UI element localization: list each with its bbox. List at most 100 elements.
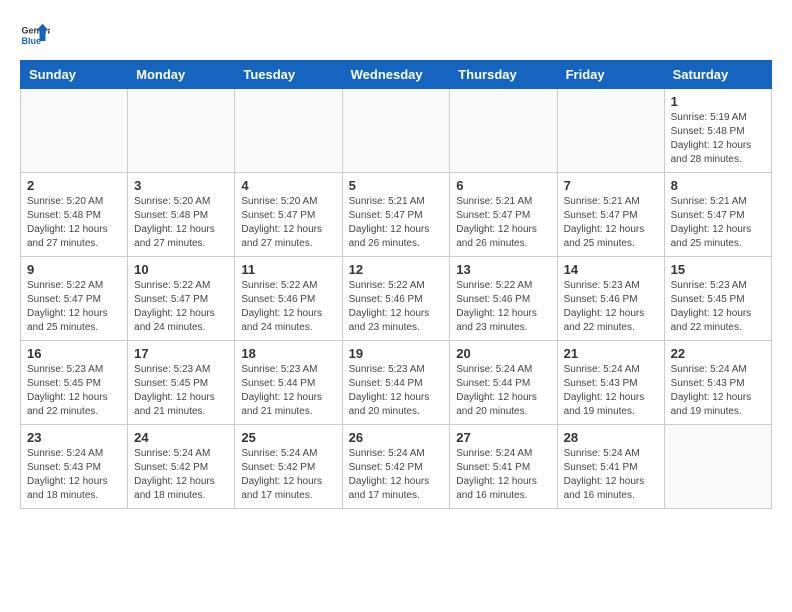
day-number: 9 (27, 262, 121, 277)
day-number: 14 (564, 262, 658, 277)
day-number: 23 (27, 430, 121, 445)
day-number: 8 (671, 178, 765, 193)
day-info: Sunrise: 5:19 AM Sunset: 5:48 PM Dayligh… (671, 111, 765, 167)
calendar-cell: 24 Sunrise: 5:24 AM Sunset: 5:42 PM Dayli… (128, 425, 235, 509)
day-number: 22 (671, 346, 765, 361)
header-monday: Monday (128, 61, 235, 89)
day-info: Sunrise: 5:22 AM Sunset: 5:47 PM Dayligh… (27, 279, 121, 335)
calendar-table: SundayMondayTuesdayWednesdayThursdayFrid… (20, 60, 772, 509)
calendar-cell (557, 89, 664, 173)
day-number: 12 (349, 262, 444, 277)
calendar-cell: 11 Sunrise: 5:22 AM Sunset: 5:46 PM Dayli… (235, 257, 342, 341)
day-info: Sunrise: 5:22 AM Sunset: 5:46 PM Dayligh… (456, 279, 550, 335)
day-info: Sunrise: 5:21 AM Sunset: 5:47 PM Dayligh… (564, 195, 658, 251)
calendar-week-5: 23 Sunrise: 5:24 AM Sunset: 5:43 PM Dayli… (21, 425, 772, 509)
day-info: Sunrise: 5:22 AM Sunset: 5:46 PM Dayligh… (349, 279, 444, 335)
header-tuesday: Tuesday (235, 61, 342, 89)
day-info: Sunrise: 5:24 AM Sunset: 5:42 PM Dayligh… (241, 447, 335, 503)
day-info: Sunrise: 5:24 AM Sunset: 5:41 PM Dayligh… (456, 447, 550, 503)
day-number: 28 (564, 430, 658, 445)
calendar-cell: 5 Sunrise: 5:21 AM Sunset: 5:47 PM Daylig… (342, 173, 450, 257)
day-number: 7 (564, 178, 658, 193)
calendar-cell: 25Sunrise: 5:24 AM Sunset: 5:42 PM Dayli… (235, 425, 342, 509)
calendar-cell: 27 Sunrise: 5:24 AM Sunset: 5:41 PM Dayli… (450, 425, 557, 509)
day-number: 19 (349, 346, 444, 361)
header-thursday: Thursday (450, 61, 557, 89)
day-number: 5 (349, 178, 444, 193)
day-info: Sunrise: 5:23 AM Sunset: 5:45 PM Dayligh… (134, 363, 228, 419)
day-info: Sunrise: 5:21 AM Sunset: 5:47 PM Dayligh… (349, 195, 444, 251)
calendar-cell: 28 Sunrise: 5:24 AM Sunset: 5:41 PM Dayli… (557, 425, 664, 509)
day-info: Sunrise: 5:22 AM Sunset: 5:46 PM Dayligh… (241, 279, 335, 335)
day-number: 4 (241, 178, 335, 193)
page-header: General Blue (20, 20, 772, 50)
day-info: Sunrise: 5:20 AM Sunset: 5:48 PM Dayligh… (27, 195, 121, 251)
day-info: Sunrise: 5:23 AM Sunset: 5:44 PM Dayligh… (349, 363, 444, 419)
calendar-cell: 26Sunrise: 5:24 AM Sunset: 5:42 PM Dayli… (342, 425, 450, 509)
calendar-week-3: 9 Sunrise: 5:22 AM Sunset: 5:47 PM Daylig… (21, 257, 772, 341)
day-info: Sunrise: 5:23 AM Sunset: 5:46 PM Dayligh… (564, 279, 658, 335)
logo: General Blue (20, 20, 55, 50)
day-info: Sunrise: 5:20 AM Sunset: 5:48 PM Dayligh… (134, 195, 228, 251)
calendar-cell (21, 89, 128, 173)
calendar-cell (128, 89, 235, 173)
day-number: 24 (134, 430, 228, 445)
day-number: 6 (456, 178, 550, 193)
calendar-cell: 4Sunrise: 5:20 AM Sunset: 5:47 PM Daylig… (235, 173, 342, 257)
calendar-cell: 16 Sunrise: 5:23 AM Sunset: 5:45 PM Dayli… (21, 341, 128, 425)
calendar-cell (342, 89, 450, 173)
logo-icon: General Blue (20, 20, 50, 50)
day-info: Sunrise: 5:24 AM Sunset: 5:43 PM Dayligh… (564, 363, 658, 419)
day-info: Sunrise: 5:24 AM Sunset: 5:43 PM Dayligh… (671, 363, 765, 419)
calendar-week-4: 16 Sunrise: 5:23 AM Sunset: 5:45 PM Dayli… (21, 341, 772, 425)
calendar-cell (450, 89, 557, 173)
header-friday: Friday (557, 61, 664, 89)
calendar-cell: 8Sunrise: 5:21 AM Sunset: 5:47 PM Daylig… (664, 173, 771, 257)
calendar-cell: 12 Sunrise: 5:22 AM Sunset: 5:46 PM Dayli… (342, 257, 450, 341)
calendar-week-1: 1 Sunrise: 5:19 AM Sunset: 5:48 PM Daylig… (21, 89, 772, 173)
day-number: 2 (27, 178, 121, 193)
calendar-week-2: 2 Sunrise: 5:20 AM Sunset: 5:48 PM Daylig… (21, 173, 772, 257)
day-info: Sunrise: 5:23 AM Sunset: 5:45 PM Dayligh… (27, 363, 121, 419)
day-number: 13 (456, 262, 550, 277)
calendar-cell: 9 Sunrise: 5:22 AM Sunset: 5:47 PM Daylig… (21, 257, 128, 341)
calendar-cell: 22 Sunrise: 5:24 AM Sunset: 5:43 PM Dayli… (664, 341, 771, 425)
day-number: 1 (671, 94, 765, 109)
day-number: 20 (456, 346, 550, 361)
calendar-cell: 20 Sunrise: 5:24 AM Sunset: 5:44 PM Dayli… (450, 341, 557, 425)
calendar-cell: 1 Sunrise: 5:19 AM Sunset: 5:48 PM Daylig… (664, 89, 771, 173)
day-number: 11 (241, 262, 335, 277)
calendar-cell: 23 Sunrise: 5:24 AM Sunset: 5:43 PM Dayli… (21, 425, 128, 509)
day-info: Sunrise: 5:24 AM Sunset: 5:42 PM Dayligh… (134, 447, 228, 503)
svg-text:Blue: Blue (22, 36, 42, 46)
day-number: 27 (456, 430, 550, 445)
calendar-cell: 15 Sunrise: 5:23 AM Sunset: 5:45 PM Dayli… (664, 257, 771, 341)
calendar-cell: 2 Sunrise: 5:20 AM Sunset: 5:48 PM Daylig… (21, 173, 128, 257)
calendar-header-row: SundayMondayTuesdayWednesdayThursdayFrid… (21, 61, 772, 89)
day-info: Sunrise: 5:24 AM Sunset: 5:44 PM Dayligh… (456, 363, 550, 419)
day-number: 18 (241, 346, 335, 361)
day-info: Sunrise: 5:24 AM Sunset: 5:41 PM Dayligh… (564, 447, 658, 503)
day-number: 21 (564, 346, 658, 361)
header-wednesday: Wednesday (342, 61, 450, 89)
day-number: 10 (134, 262, 228, 277)
day-number: 3 (134, 178, 228, 193)
calendar-cell (235, 89, 342, 173)
day-number: 26 (349, 430, 444, 445)
calendar-cell: 10 Sunrise: 5:22 AM Sunset: 5:47 PM Dayli… (128, 257, 235, 341)
calendar-cell: 19 Sunrise: 5:23 AM Sunset: 5:44 PM Dayli… (342, 341, 450, 425)
day-number: 15 (671, 262, 765, 277)
day-number: 17 (134, 346, 228, 361)
day-number: 16 (27, 346, 121, 361)
day-info: Sunrise: 5:21 AM Sunset: 5:47 PM Dayligh… (456, 195, 550, 251)
day-info: Sunrise: 5:22 AM Sunset: 5:47 PM Dayligh… (134, 279, 228, 335)
calendar-cell (664, 425, 771, 509)
calendar-cell: 3 Sunrise: 5:20 AM Sunset: 5:48 PM Daylig… (128, 173, 235, 257)
calendar-cell: 13 Sunrise: 5:22 AM Sunset: 5:46 PM Dayli… (450, 257, 557, 341)
calendar-cell: 14 Sunrise: 5:23 AM Sunset: 5:46 PM Dayli… (557, 257, 664, 341)
header-saturday: Saturday (664, 61, 771, 89)
day-info: Sunrise: 5:23 AM Sunset: 5:44 PM Dayligh… (241, 363, 335, 419)
day-info: Sunrise: 5:23 AM Sunset: 5:45 PM Dayligh… (671, 279, 765, 335)
day-info: Sunrise: 5:24 AM Sunset: 5:43 PM Dayligh… (27, 447, 121, 503)
header-sunday: Sunday (21, 61, 128, 89)
